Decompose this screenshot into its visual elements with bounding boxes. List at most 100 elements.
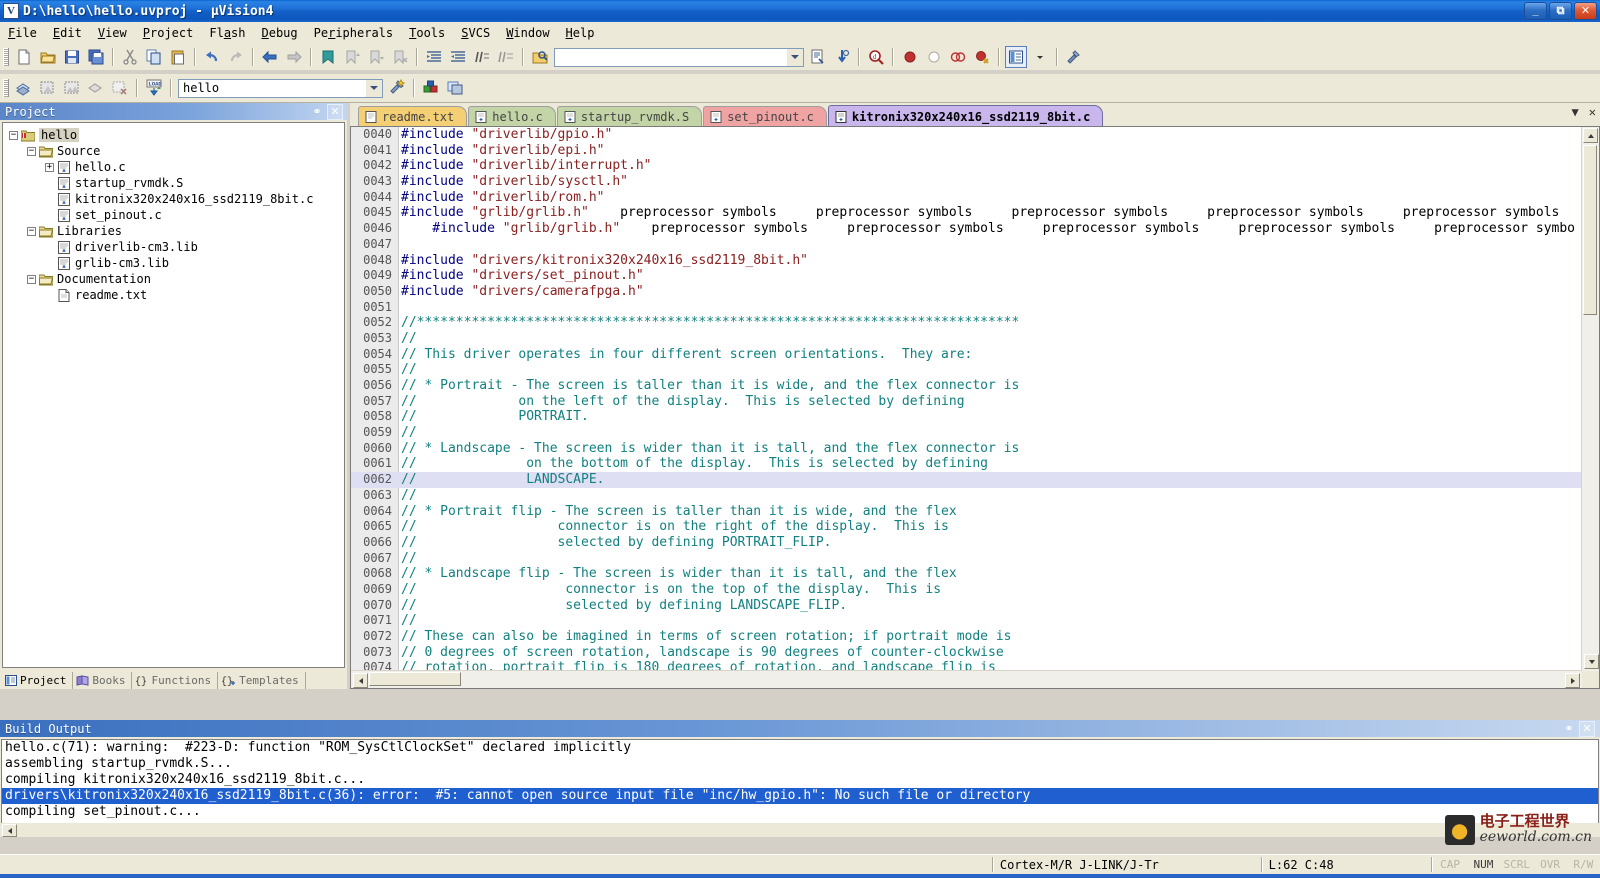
menu-file[interactable]: File [0,24,45,42]
code-line[interactable]: 0053 // [351,331,1582,347]
build-toolbar-grip[interactable] [3,79,9,97]
code-line[interactable]: 0062 // LANDSCAPE. [351,472,1582,488]
find-combo[interactable] [554,47,804,67]
tree-item-readme-txt[interactable]: readme.txt [9,287,344,303]
save-icon[interactable] [61,46,83,68]
code-viewport[interactable]: 0040 #include "driverlib/gpio.h" 0041 #incl… [351,127,1582,671]
code-line[interactable]: 0040 #include "driverlib/gpio.h" [351,127,1582,143]
open-include-icon[interactable] [529,46,551,68]
back-icon[interactable] [259,46,281,68]
code-line[interactable]: 0050 #include "drivers/camerafpga.h" [351,284,1582,300]
maximize-button[interactable]: ⧉ [1549,2,1572,20]
code-content[interactable]: 0040 #include "driverlib/gpio.h" 0041 #incl… [351,127,1582,671]
target-select[interactable]: hello [178,78,383,98]
code-line[interactable]: 0056 // * Portrait - The screen is taller… [351,378,1582,394]
code-line[interactable]: 0055 // [351,362,1582,378]
tree-item-libraries[interactable]: − Libraries [9,223,344,239]
editor-tab-readme-txt[interactable]: readme.txt [358,106,468,127]
code-line[interactable]: 0044 #include "driverlib/rom.h" [351,190,1582,206]
manage-components-icon[interactable] [420,77,442,99]
editor-tab-startup-rvmdk-s[interactable]: startup_rvmdk.S [556,106,703,127]
code-line[interactable]: 0058 // PORTRAIT. [351,409,1582,425]
save-all-icon[interactable] [85,46,107,68]
scroll-down-button[interactable] [1584,654,1599,669]
batch-build-icon[interactable] [85,77,107,99]
panel-tab-books[interactable]: Books [73,672,133,689]
scroll-up-button[interactable] [1583,128,1598,143]
panel-tab-templates[interactable]: {} Templates [218,672,306,689]
outdent-icon[interactable] [447,46,469,68]
menu-tools[interactable]: Tools [401,24,453,42]
paste-icon[interactable] [167,46,189,68]
code-line[interactable]: 0069 // connector is on the top of the di… [351,582,1582,598]
code-line[interactable]: 0059 // [351,425,1582,441]
menu-edit[interactable]: Edit [45,24,90,42]
auto-hide-icon[interactable]: ⚭ [1562,722,1576,736]
code-line[interactable]: 0068 // * Landscape flip - The screen is … [351,566,1582,582]
copy-icon[interactable] [143,46,165,68]
comment-icon[interactable] [471,46,493,68]
translate-icon[interactable] [13,77,35,99]
code-line[interactable]: 0041 #include "driverlib/epi.h" [351,143,1582,159]
code-editor[interactable]: 0040 #include "driverlib/gpio.h" 0041 #incl… [350,126,1600,689]
breakpoint-kill-all-icon[interactable] [947,46,969,68]
uncomment-icon[interactable] [495,46,517,68]
code-line[interactable]: 0049 #include "drivers/set_pinout.h" [351,268,1582,284]
cut-icon[interactable] [119,46,141,68]
tree-toggle-icon[interactable]: + [45,162,54,172]
menu-window[interactable]: Window [498,24,557,42]
tree-item-hello-c[interactable]: + hello.c [9,159,344,175]
editor-tab-kitronix[interactable]: kitronix320x240x16_ssd2119_8bit.c [827,105,1104,127]
code-line[interactable]: 0071 // [351,613,1582,629]
bookmark-clear-icon[interactable] [389,46,411,68]
bookmark-next-icon[interactable] [365,46,387,68]
code-vertical-scrollbar[interactable] [1581,127,1599,671]
code-line[interactable]: 0042 #include "driverlib/interrupt.h" [351,158,1582,174]
tree-item-documentation[interactable]: − Documentation [9,271,344,287]
code-line[interactable]: 0067 // [351,551,1582,567]
indent-icon[interactable] [423,46,445,68]
breakpoint-disable-icon[interactable] [923,46,945,68]
menu-help[interactable]: Help [558,24,603,42]
undo-icon[interactable] [201,46,223,68]
code-line[interactable]: 0061 // on the bottom of the display. Thi… [351,456,1582,472]
build-line-error[interactable]: drivers\kitronix320x240x16_ssd2119_8bit.… [2,788,1598,804]
window-list-arrow-icon[interactable]: ▼ [1572,106,1579,118]
find-magnifier-icon[interactable]: d [865,46,887,68]
code-line[interactable]: 0045 #include "grlib/grlib.h" preprocesso… [351,205,1582,221]
tree-item-grlib-cm3-lib[interactable]: grlib-cm3.lib [9,255,344,271]
tree-toggle-icon[interactable]: − [27,146,36,156]
tree-toggle-icon[interactable]: − [9,130,18,140]
minimize-button[interactable]: _ [1524,2,1547,20]
rebuild-icon[interactable] [61,77,83,99]
panel-tab-project[interactable]: Project [2,672,74,689]
menu-svcs[interactable]: SVCS [453,24,498,42]
menu-debug[interactable]: Debug [254,24,306,42]
multi-project-icon[interactable] [444,77,466,99]
project-panel-close-icon[interactable]: ✕ [327,103,343,120]
target-dropdown-arrow-icon[interactable] [365,79,382,97]
code-line[interactable]: 0060 // * Landscape - The screen is wider… [351,441,1582,457]
code-line[interactable]: 0048 #include "drivers/kitronix320x240x16… [351,253,1582,269]
code-line[interactable]: 0047 [351,237,1582,253]
code-line[interactable]: 0064 // * Portrait flip - The screen is t… [351,504,1582,520]
close-document-icon[interactable]: ✕ [1589,106,1596,118]
tree-toggle-icon[interactable]: − [27,226,36,236]
tree-item-kitronix[interactable]: kitronix320x240x16_ssd2119_8bit.c [9,191,344,207]
code-line[interactable]: 0066 // selected by defining PORTRAIT_FLI… [351,535,1582,551]
build-output-close-icon[interactable]: ✕ [1579,720,1595,737]
menu-flash[interactable]: Flash [201,24,253,42]
menu-view[interactable]: View [90,24,135,42]
tree-toggle-icon[interactable]: − [27,274,36,284]
editor-tab-hello-c[interactable]: hello.c [468,106,556,127]
vertical-scroll-thumb[interactable] [1583,145,1597,315]
build-icon[interactable] [37,77,59,99]
redo-icon[interactable] [225,46,247,68]
target-select-value[interactable]: hello [179,81,365,95]
tree-item-hello[interactable]: − hello [9,127,344,143]
code-horizontal-scrollbar[interactable] [351,670,1582,688]
breakpoint-disable-all-icon[interactable] [971,46,993,68]
open-file-icon[interactable] [37,46,59,68]
editor-tab-set-pinout-c[interactable]: set_pinout.c [703,106,827,127]
auto-hide-icon[interactable]: ⚭ [310,105,324,119]
